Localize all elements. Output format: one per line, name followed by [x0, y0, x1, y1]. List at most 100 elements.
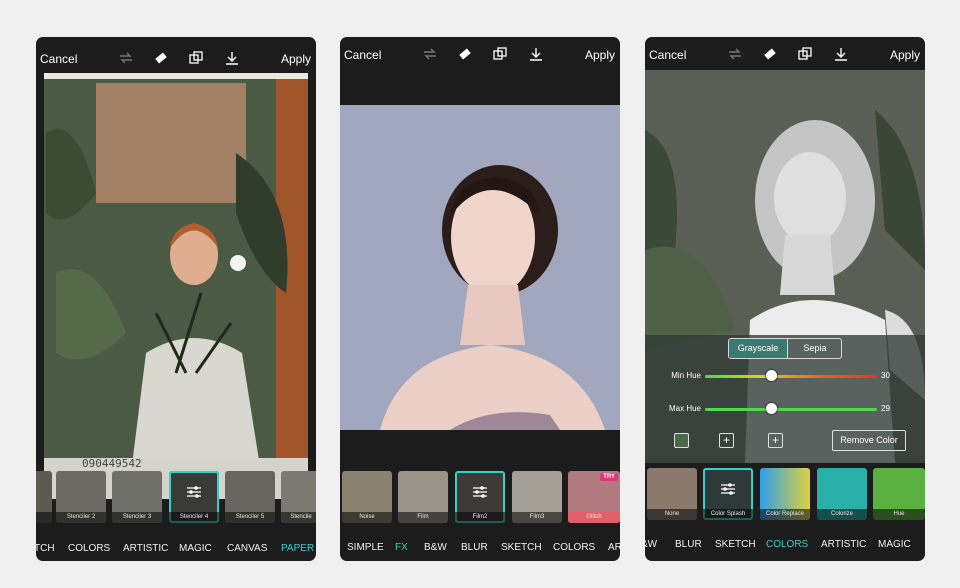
tab-paper[interactable]: PAPER — [281, 543, 314, 554]
add-color-button-2[interactable]: + — [768, 433, 783, 448]
tab-canvas[interactable]: CANVAS — [227, 543, 267, 554]
filter-thumbnail-label: Noise — [342, 512, 392, 523]
min-hue-slider-row: Min Hue 30 — [645, 370, 925, 384]
tab-sketch[interactable]: SKETCH — [715, 539, 756, 550]
filter-thumbnail[interactable]: None — [647, 468, 697, 520]
filter-thumbnail-label: None — [647, 509, 697, 520]
tab-bw[interactable]: &W — [645, 539, 657, 550]
tab-bw[interactable]: B&W — [424, 542, 447, 553]
min-hue-knob[interactable] — [766, 370, 777, 381]
min-hue-value: 30 — [881, 371, 890, 380]
apply-button[interactable]: Apply — [585, 48, 615, 62]
plus-icon: + — [723, 433, 730, 447]
tab-artistic[interactable]: ARTISTIC — [821, 539, 866, 550]
eraser-icon[interactable] — [762, 46, 778, 62]
filter-thumbnail-label: t — [36, 512, 52, 523]
apply-button[interactable]: Apply — [281, 52, 311, 66]
max-hue-knob[interactable] — [766, 403, 777, 414]
filter-thumbnail-label: Film — [398, 512, 448, 523]
tab-magic[interactable]: MAGIC — [179, 543, 212, 554]
filter-thumbnail-label: Stenciler 3 — [112, 512, 162, 523]
max-hue-value: 29 — [881, 404, 890, 413]
filter-thumbnail[interactable]: Stencile — [281, 471, 316, 523]
min-hue-track[interactable] — [705, 375, 877, 378]
layers-icon[interactable] — [492, 46, 508, 62]
tab-simple[interactable]: SIMPLE — [347, 542, 384, 553]
tab-fx[interactable]: FX — [395, 542, 408, 553]
paper-effect-photo: 090449542 — [36, 73, 316, 499]
filter-thumbnail-label: Film2 — [455, 512, 505, 523]
tab-colors[interactable]: COLORS — [766, 539, 808, 550]
try-badge: TRY — [600, 473, 618, 481]
filter-thumbnail[interactable]: Stenciler 2 — [56, 471, 106, 523]
sepia-tab[interactable]: Sepia — [787, 339, 842, 358]
tab-magic[interactable]: MAGIC — [878, 539, 911, 550]
editor-panel-colors: Cancel Apply Grayscale Sepia Min Hue 30 — [645, 37, 925, 561]
add-color-button-1[interactable]: + — [719, 433, 734, 448]
filter-thumbnail[interactable]: Colorize — [817, 468, 867, 520]
tab-sketch[interactable]: TCH — [36, 543, 55, 554]
category-tabs: &W BLUR SKETCH COLORS ARTISTIC MAGIC — [645, 539, 925, 559]
tab-sketch[interactable]: SKETCH — [501, 542, 542, 553]
max-hue-track[interactable] — [705, 408, 877, 411]
filter-thumbnail[interactable]: Film — [398, 471, 448, 523]
filter-thumbnail[interactable]: Color Replace — [760, 468, 810, 520]
filter-thumbnail-label: Color Splash — [703, 509, 753, 520]
filter-thumbnail[interactable]: Stenciler 3 — [112, 471, 162, 523]
grayscale-tab[interactable]: Grayscale — [729, 339, 787, 358]
swap-icon[interactable] — [422, 46, 438, 62]
filter-thumbnail[interactable]: TRY Glitch — [568, 471, 620, 523]
swap-icon[interactable] — [727, 46, 743, 62]
photo-stamp-number: 090449542 — [82, 457, 142, 470]
tab-artistic[interactable]: ARTISTIC — [123, 543, 168, 554]
tab-blur[interactable]: BLUR — [675, 539, 702, 550]
mode-toggle: Grayscale Sepia — [728, 338, 842, 359]
cancel-button[interactable]: Cancel — [40, 52, 77, 66]
cancel-button[interactable]: Cancel — [344, 48, 381, 62]
tab-artistic[interactable]: AR — [608, 542, 620, 553]
filter-thumbnail[interactable]: Film3 — [512, 471, 562, 523]
filter-thumbnail[interactable]: Hue — [873, 468, 925, 520]
top-toolbar: Cancel Apply — [340, 37, 620, 75]
tab-blur[interactable]: BLUR — [461, 542, 488, 553]
eraser-icon[interactable] — [153, 50, 169, 66]
max-hue-label: Max Hue — [669, 404, 701, 413]
filter-thumbnail-label: Stenciler 5 — [225, 512, 275, 523]
remove-color-button[interactable]: Remove Color — [832, 430, 906, 451]
top-toolbar: Cancel Apply — [36, 37, 316, 75]
eraser-icon[interactable] — [457, 46, 473, 62]
filter-thumbnail-label: Stenciler 2 — [56, 512, 106, 523]
filter-thumbnail-selected[interactable]: Color Splash — [703, 468, 753, 520]
layers-icon[interactable] — [797, 46, 813, 62]
filter-thumbnail-label: Stenciler 4 — [169, 512, 219, 523]
download-icon[interactable] — [833, 46, 849, 62]
tab-colors[interactable]: COLORS — [553, 542, 595, 553]
editor-panel-paper: Cancel Apply 090449542 t Ste — [36, 37, 316, 561]
filter-thumbnail[interactable]: Noise — [342, 471, 392, 523]
filter-thumbnail-strip: Noise Film Film2 Film3 TRY Glitch — [340, 471, 620, 525]
filter-thumbnail-label: Stencile — [281, 512, 316, 523]
cancel-button[interactable]: Cancel — [649, 48, 686, 62]
swap-icon[interactable] — [118, 50, 134, 66]
apply-button[interactable]: Apply — [890, 48, 920, 62]
download-icon[interactable] — [224, 50, 240, 66]
editor-panel-fx: Cancel Apply Noise Film Film2 Film3 TRY … — [340, 37, 620, 561]
adjust-sliders-icon[interactable] — [186, 485, 202, 499]
filter-thumbnail-label: Hue — [873, 509, 925, 520]
filter-thumbnail[interactable]: Stenciler 5 — [225, 471, 275, 523]
filter-thumbnail[interactable]: t — [36, 471, 52, 523]
filter-thumbnail-label: Film3 — [512, 512, 562, 523]
filter-thumbnail-strip: t Stenciler 2 Stenciler 3 Stenciler 4 St… — [36, 471, 316, 525]
adjust-sliders-icon[interactable] — [472, 485, 488, 499]
filter-thumbnail-selected[interactable]: Film2 — [455, 471, 505, 523]
plus-icon: + — [772, 433, 779, 447]
download-icon[interactable] — [528, 46, 544, 62]
filter-thumbnail-selected[interactable]: Stenciler 4 — [169, 471, 219, 523]
filter-thumbnail-label: Glitch — [568, 512, 620, 523]
layers-icon[interactable] — [188, 50, 204, 66]
color-swatch[interactable] — [674, 433, 689, 448]
fx-effect-photo — [340, 105, 620, 430]
adjust-sliders-icon[interactable] — [720, 482, 736, 496]
filter-thumbnail-label: Color Replace — [760, 509, 810, 520]
tab-colors[interactable]: COLORS — [68, 543, 110, 554]
